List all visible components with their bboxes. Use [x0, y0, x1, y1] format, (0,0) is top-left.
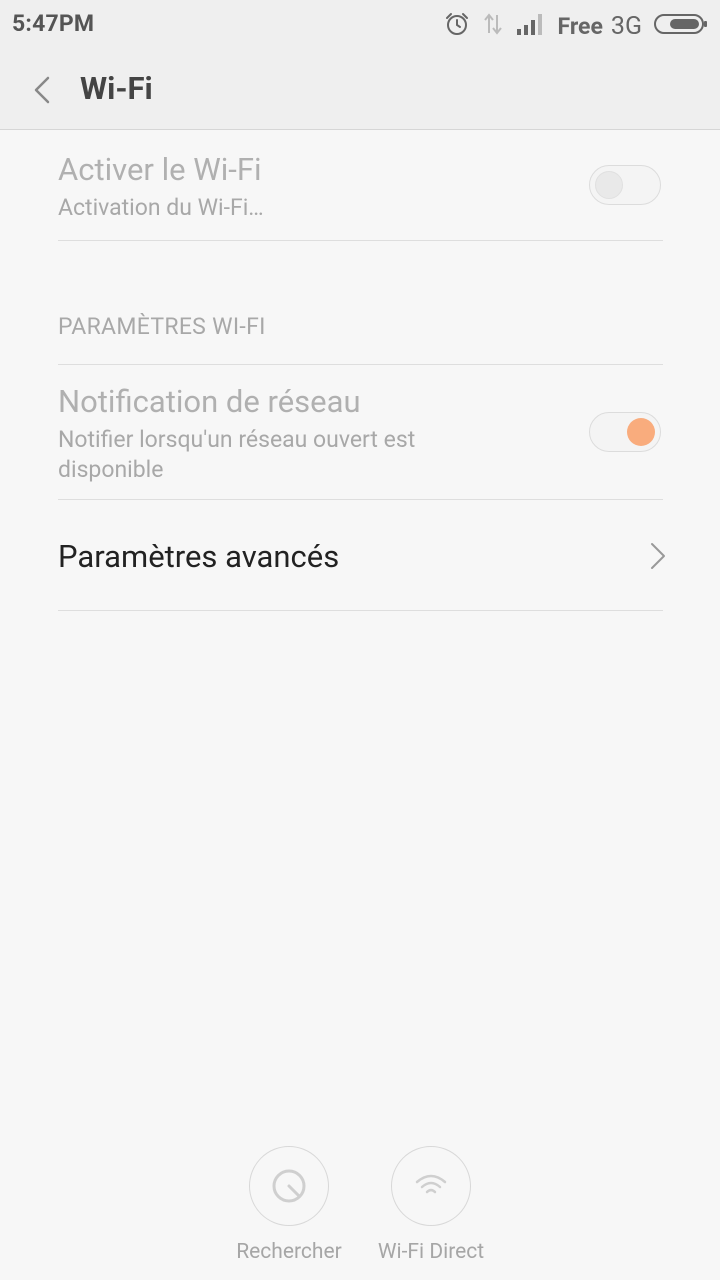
toggle-knob — [627, 418, 655, 446]
battery-icon — [654, 12, 708, 40]
network-notification-subtitle-line1: Notifier lorsqu'un réseau ouvert est — [58, 426, 416, 453]
divider — [58, 240, 663, 241]
section-header-wifi-settings: PARAMÈTRES WI-FI — [58, 313, 266, 340]
wifi-icon — [415, 1174, 447, 1194]
wifi-direct-button[interactable]: Wi-Fi Direct — [351, 1146, 511, 1276]
app-header: Wi-Fi — [0, 52, 720, 130]
status-time: 5:47PM — [12, 10, 95, 37]
wifi-enable-subtitle: Activation du Wi-Fi… — [58, 194, 264, 221]
network-notification-toggle[interactable] — [589, 412, 661, 452]
data-transfer-icon — [482, 11, 504, 41]
alarm-icon — [444, 11, 470, 41]
search-button[interactable]: Rechercher — [209, 1146, 369, 1276]
back-button[interactable] — [24, 70, 64, 110]
wifi-direct-button-circle[interactable] — [391, 1146, 471, 1226]
wifi-enable-title: Activer le Wi-Fi — [58, 151, 262, 188]
signal-icon — [516, 12, 546, 40]
status-icons: Free 3G — [432, 8, 708, 44]
advanced-settings-row[interactable]: Paramètres avancés — [58, 500, 665, 610]
chevron-left-icon — [34, 76, 50, 104]
network-type: 3G — [610, 11, 642, 41]
carrier-name: Free — [557, 12, 603, 40]
search-button-circle[interactable] — [249, 1146, 329, 1226]
search-label: Rechercher — [236, 1240, 342, 1264]
page-title: Wi-Fi — [80, 70, 153, 107]
wifi-direct-label: Wi-Fi Direct — [377, 1240, 485, 1264]
network-notification-title: Notification de réseau — [58, 383, 361, 420]
advanced-settings-title: Paramètres avancés — [58, 538, 340, 575]
wifi-settings-screen: 5:47PM Free 3G Wi-Fi Activer le Wi-Fi Ac… — [0, 0, 720, 1280]
toggle-knob — [595, 171, 623, 199]
divider — [58, 610, 663, 611]
network-notification-row[interactable]: Notification de réseau Notifier lorsqu'u… — [58, 365, 663, 499]
search-radar-icon — [272, 1169, 306, 1203]
status-bar: 5:47PM Free 3G — [0, 0, 720, 52]
wifi-enable-row[interactable]: Activer le Wi-Fi Activation du Wi-Fi… — [58, 130, 663, 241]
network-notification-subtitle-line2: disponible — [58, 456, 164, 483]
wifi-toggle[interactable] — [589, 165, 661, 205]
chevron-right-icon — [651, 543, 665, 569]
